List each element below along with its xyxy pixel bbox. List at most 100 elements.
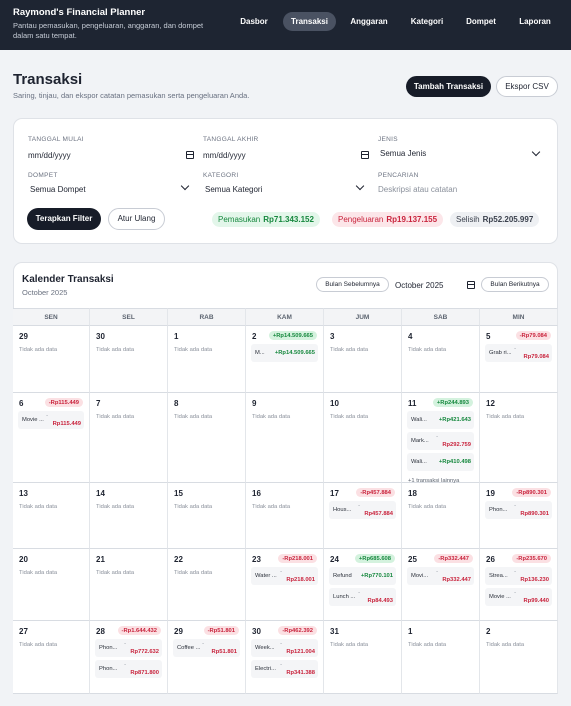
calendar-day-cell[interactable]: 11 +Rp244.893 Wali... +Rp421.643 Mark... - Rp2… xyxy=(402,393,480,484)
transaction-entry[interactable]: Strea... - Rp136.230 xyxy=(485,567,552,585)
expense-label: Pengeluaran xyxy=(338,215,384,224)
calendar-icon[interactable] xyxy=(467,281,475,289)
calendar-day-cell[interactable]: 14 Tidak ada data xyxy=(90,483,168,549)
calendar-day-cell[interactable]: 7 Tidak ada data xyxy=(90,393,168,483)
calendar-day-cell[interactable]: 27 Tidak ada data xyxy=(13,621,90,694)
nav-dompet[interactable]: Dompet xyxy=(460,12,502,31)
transaction-name: Grab ri... xyxy=(489,350,512,356)
calendar-day-cell[interactable]: 3 Tidak ada data xyxy=(324,326,402,393)
transaction-entry[interactable]: Phon... - Rp890.301 xyxy=(485,501,552,519)
calendar-day-cell[interactable]: 9 Tidak ada data xyxy=(246,393,324,483)
nav-kategori[interactable]: Kategori xyxy=(404,12,450,31)
transaction-entry[interactable]: Electri... - Rp341.388 xyxy=(251,660,318,678)
day-number: 26 xyxy=(486,555,495,564)
nav-transaksi[interactable]: Transaksi xyxy=(283,12,336,31)
category-label: KATEGORI xyxy=(203,172,239,179)
prev-month-button[interactable]: Bulan Sebelumnya xyxy=(316,277,389,292)
transaction-entry[interactable]: Phon... - Rp772.632 xyxy=(95,639,162,657)
transaction-name: Mark... xyxy=(411,438,429,444)
reset-button[interactable]: Atur Ulang xyxy=(108,208,165,230)
day-number: 2 xyxy=(252,332,257,341)
nav-anggaran[interactable]: Anggaran xyxy=(344,12,394,31)
weekday-header: JUM xyxy=(324,308,402,326)
calendar-icon[interactable] xyxy=(186,151,194,159)
calendar-day-cell[interactable]: 5 -Rp79.084 Grab ri... - Rp79.084 xyxy=(480,326,558,393)
next-month-button[interactable]: Bulan Berikutnya xyxy=(481,277,549,292)
calendar-day-cell[interactable]: 22 Tidak ada data xyxy=(168,549,246,621)
income-label: Pemasukan xyxy=(218,215,261,224)
calendar-day-cell[interactable]: 26 -Rp235.670 Strea... - Rp136.230 Movie ... -… xyxy=(480,549,558,621)
calendar-day-cell[interactable]: 6 -Rp115.449 Movie ... - Rp115.449 xyxy=(13,393,90,483)
nav-dasbor[interactable]: Dasbor xyxy=(232,12,276,31)
weekday-header: SEL xyxy=(90,308,168,326)
transaction-entry[interactable]: Wali... +Rp410.498 xyxy=(407,453,474,471)
add-transaction-button[interactable]: Tambah Transaksi xyxy=(406,76,491,97)
type-value: Semua Jenis xyxy=(380,149,427,158)
calendar-day-cell[interactable]: 1 Tidak ada data xyxy=(168,326,246,393)
no-data-text: Tidak ada data xyxy=(19,347,58,353)
transaction-entry[interactable]: Movie ... - Rp99.440 xyxy=(485,588,552,606)
transaction-entry[interactable]: Week... - Rp121.004 xyxy=(251,639,318,657)
calendar-day-cell[interactable]: 29 -Rp51.801 Coffee ... - Rp51.801 xyxy=(168,621,246,694)
transaction-entry[interactable]: Movi... - Rp332.447 xyxy=(407,567,474,585)
transaction-entry[interactable]: Lunch ... - Rp84.493 xyxy=(329,588,396,606)
calendar-day-cell[interactable]: 23 -Rp218.001 Water ... - Rp218.001 xyxy=(246,549,324,621)
transaction-amount: Rp115.449 xyxy=(52,421,81,427)
calendar-day-cell[interactable]: 25 -Rp332.447 Movi... - Rp332.447 xyxy=(402,549,480,621)
expense-value: Rp19.137.155 xyxy=(386,215,438,224)
calendar-day-cell[interactable]: 2 Tidak ada data xyxy=(480,621,558,694)
export-csv-button[interactable]: Ekspor CSV xyxy=(496,76,558,97)
transaction-entry[interactable]: Grab ri... - Rp79.084 xyxy=(485,344,552,362)
calendar-day-cell[interactable]: 2 +Rp14.509.665 M... +Rp14.509.665 xyxy=(246,326,324,393)
calendar-day-cell[interactable]: 10 Tidak ada data xyxy=(324,393,402,483)
no-data-text: Tidak ada data xyxy=(174,570,213,576)
calendar-day-cell[interactable]: 30 Tidak ada data xyxy=(90,326,168,393)
day-number: 3 xyxy=(330,332,335,341)
amount-dash: - xyxy=(358,590,360,596)
transaction-entry[interactable]: Wali... +Rp421.643 xyxy=(407,411,474,429)
calendar-day-cell[interactable]: 28 -Rp1.644.432 Phon... - Rp772.632 Phon... - R… xyxy=(90,621,168,694)
day-number: 29 xyxy=(174,627,183,636)
app-subtitle-line-1: Pantau pemasukan, pengeluaran, anggaran,… xyxy=(13,21,204,30)
calendar-day-cell[interactable]: 13 Tidak ada data xyxy=(13,483,90,549)
transaction-amount: Rp292.759 xyxy=(442,442,471,448)
chevron-down-icon xyxy=(531,147,541,157)
transaction-entry[interactable]: Coffee ... - Rp51.801 xyxy=(173,639,240,657)
search-input[interactable]: Deskripsi atau catatan xyxy=(378,185,457,194)
calendar-icon[interactable] xyxy=(361,151,369,159)
nav-laporan[interactable]: Laporan xyxy=(513,12,557,31)
calendar-day-cell[interactable]: 18 Tidak ada data xyxy=(402,483,480,549)
day-number: 30 xyxy=(252,627,261,636)
calendar-day-cell[interactable]: 12 Tidak ada data xyxy=(480,393,558,483)
no-data-text: Tidak ada data xyxy=(330,642,369,648)
calendar-day-cell[interactable]: 17 -Rp457.884 Hous... - Rp457.884 xyxy=(324,483,402,549)
calendar-day-cell[interactable]: 15 Tidak ada data xyxy=(168,483,246,549)
transaction-entry[interactable]: Phon... - Rp871.800 xyxy=(95,660,162,678)
difference-label: Selisih xyxy=(456,215,480,224)
calendar-day-cell[interactable]: 8 Tidak ada data xyxy=(168,393,246,483)
no-data-text: Tidak ada data xyxy=(252,504,291,510)
calendar-day-cell[interactable]: 16 Tidak ada data xyxy=(246,483,324,549)
calendar-day-cell[interactable]: 1 Tidak ada data xyxy=(402,621,480,694)
no-data-text: Tidak ada data xyxy=(19,642,58,648)
calendar-day-cell[interactable]: 19 -Rp890.301 Phon... - Rp890.301 xyxy=(480,483,558,549)
calendar-day-cell[interactable]: 4 Tidak ada data xyxy=(402,326,480,393)
transaction-entry[interactable]: Hous... - Rp457.884 xyxy=(329,501,396,519)
transaction-entry[interactable]: Mark... - Rp292.759 xyxy=(407,432,474,450)
day-number: 1 xyxy=(174,332,179,341)
expense-summary: Pengeluaran Rp19.137.155 xyxy=(332,212,444,227)
transaction-entry[interactable]: M... +Rp14.509.665 xyxy=(251,344,318,362)
calendar-day-cell[interactable]: 21 Tidak ada data xyxy=(90,549,168,621)
start-date-value: mm/dd/yyyy xyxy=(28,151,71,160)
transaction-entry[interactable]: Refund +Rp770.101 xyxy=(329,567,396,585)
apply-filter-button[interactable]: Terapkan Filter xyxy=(27,208,101,230)
calendar-day-cell[interactable]: 29 Tidak ada data xyxy=(13,326,90,393)
calendar-day-cell[interactable]: 31 Tidak ada data xyxy=(324,621,402,694)
calendar-day-cell[interactable]: 20 Tidak ada data xyxy=(13,549,90,621)
day-number: 30 xyxy=(96,332,105,341)
transaction-entry[interactable]: Movie ... - Rp115.449 xyxy=(18,411,84,429)
transaction-entry[interactable]: Water ... - Rp218.001 xyxy=(251,567,318,585)
calendar-day-cell[interactable]: 30 -Rp462.392 Week... - Rp121.004 Electri... -… xyxy=(246,621,324,694)
calendar-day-cell[interactable]: 24 +Rp685.608 Refund +Rp770.101 Lunch ... - Rp… xyxy=(324,549,402,621)
amount-dash: - xyxy=(202,641,204,647)
